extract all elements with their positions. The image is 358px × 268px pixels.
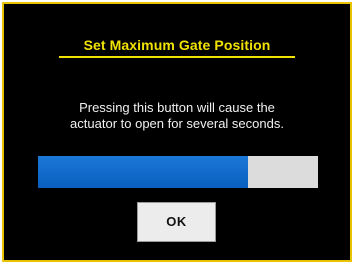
- title-underline: [59, 56, 295, 58]
- message-line-2: actuator to open for several seconds.: [70, 116, 284, 131]
- progress-bar: [38, 156, 318, 188]
- progress-fill: [38, 156, 248, 188]
- dialog-title: Set Maximum Gate Position: [83, 37, 271, 53]
- dialog-message: Pressing this button will cause the actu…: [34, 100, 320, 132]
- ok-button[interactable]: OK: [137, 202, 216, 242]
- message-line-1: Pressing this button will cause the: [79, 100, 275, 115]
- gate-position-dialog: Set Maximum Gate Position Pressing this …: [2, 2, 352, 262]
